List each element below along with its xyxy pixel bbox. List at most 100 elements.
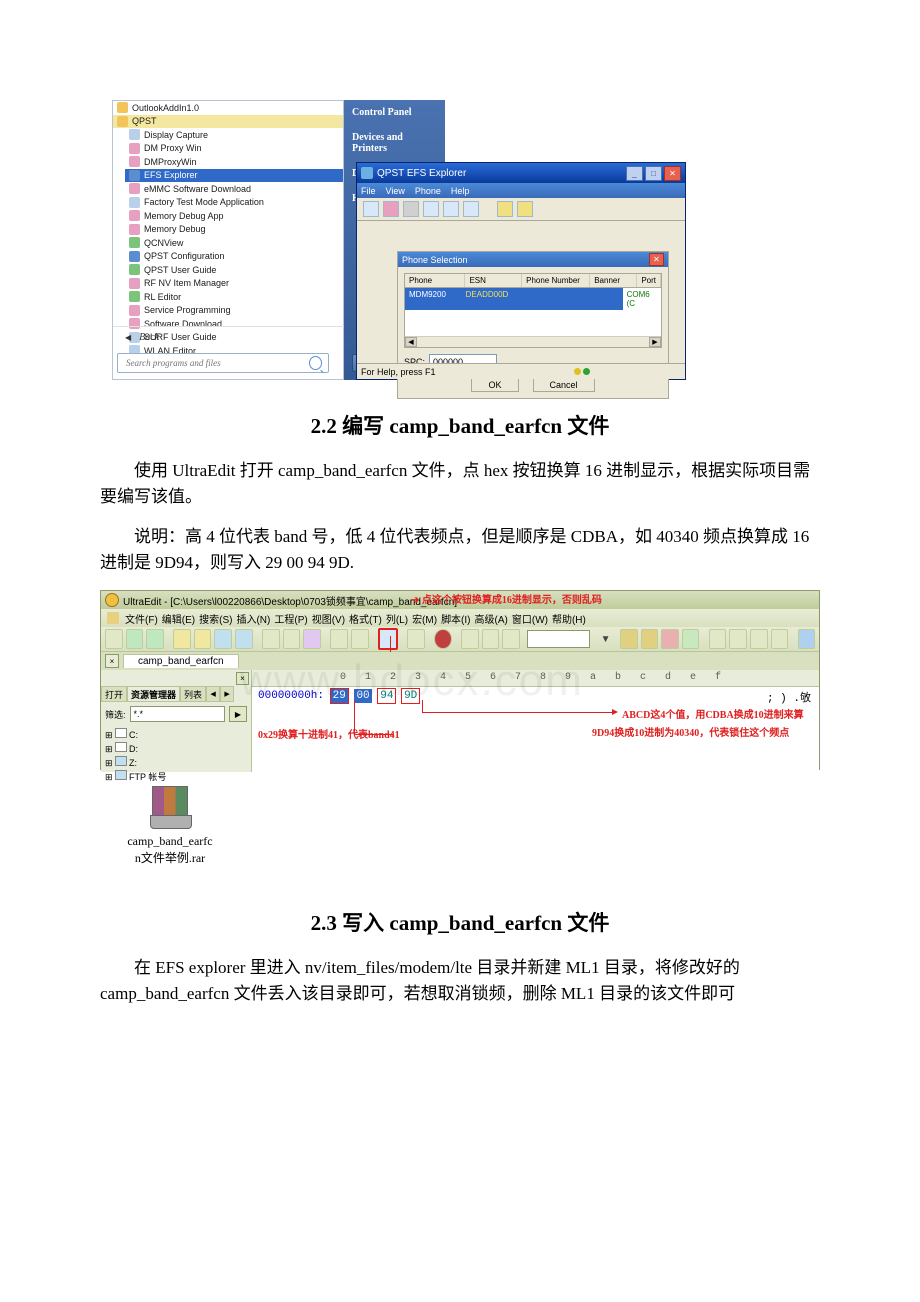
toolbar-button[interactable] [443,201,459,217]
sidebar-tab-list[interactable]: 列表 [180,686,206,702]
sm-item[interactable]: eMMC Software Download [125,182,343,196]
sidebar-tab-right-icon[interactable]: ▶ [220,686,234,702]
toolbar-button[interactable] [709,629,727,649]
menu-project[interactable]: 工程(P) [274,611,307,626]
menu-window[interactable]: 窗口(W) [512,611,548,626]
sm-item[interactable]: Service Programming [125,304,343,318]
menu-macro[interactable]: 宏(M) [412,611,437,626]
toolbar-button[interactable] [146,629,164,649]
control-panel-link[interactable]: Control Panel [344,100,445,125]
close-icon[interactable]: ✕ [649,253,664,266]
cut-button[interactable] [461,629,479,649]
toolbar-dropdown[interactable] [527,630,590,648]
toolbar-button[interactable] [771,629,789,649]
sm-item[interactable]: Memory Debug App [125,209,343,223]
toolbar-button[interactable] [661,629,679,649]
toolbar-button[interactable] [283,629,301,649]
efs-title-bar[interactable]: QPST EFS Explorer _ □ ✕ [357,163,685,183]
sidebar-tab-explorer[interactable]: 资源管理器 [127,686,180,702]
menu-help[interactable]: Help [451,186,470,196]
tree-item[interactable]: ⊞ D: [105,742,247,756]
start-folder-outlook[interactable]: OutlookAddIn1.0 [113,101,343,115]
close-tab-icon[interactable]: × [105,654,119,668]
sidebar-tab-open[interactable]: 打开 [101,686,127,702]
toolbar-button[interactable] [330,629,348,649]
toolbar-button[interactable] [641,629,659,649]
sm-item[interactable]: QPST Configuration [125,250,343,264]
toolbar-button[interactable] [407,629,425,649]
minimize-button[interactable]: _ [626,166,643,181]
menu-search[interactable]: 搜索(S) [199,611,232,626]
example-rar-file[interactable]: camp_band_earfc n文件举例.rar [110,786,230,866]
grid-scrollbar[interactable]: ◀▶ [405,336,661,347]
toolbar-button[interactable] [173,629,191,649]
toolbar-button[interactable] [262,629,280,649]
cancel-button[interactable]: Cancel [533,378,595,392]
menu-insert[interactable]: 插入(N) [236,611,270,626]
devices-printers-link[interactable]: Devices and Printers [344,125,445,161]
toolbar-button[interactable] [463,201,479,217]
sm-item[interactable]: Display Capture [125,128,343,142]
start-folder-qpst[interactable]: QPST [113,115,343,129]
sidebar-close-icon[interactable]: × [236,672,249,685]
toolbar-button[interactable] [750,629,768,649]
sm-item[interactable]: RL Editor [125,290,343,304]
menu-view[interactable]: 视图(V) [312,611,345,626]
search-box[interactable] [117,353,329,373]
phone-row[interactable]: MDM9200 DEADD00D COM6 (C [405,288,661,310]
help-icon[interactable] [517,201,533,217]
tree-item[interactable]: ⊞ FTP 帐号 [105,770,247,784]
toolbar-button[interactable] [351,629,369,649]
toolbar-button[interactable] [423,201,439,217]
menu-column[interactable]: 列(L) [386,611,408,626]
toolbar-button[interactable] [497,201,513,217]
toolbar-button[interactable] [383,201,399,217]
toolbar-button[interactable] [434,629,452,649]
toolbar-button[interactable] [235,629,253,649]
menu-script[interactable]: 脚本(I) [441,611,470,626]
menu-file[interactable]: File [361,186,376,196]
sm-item[interactable]: Factory Test Mode Application [125,196,343,210]
menu-phone[interactable]: Phone [415,186,441,196]
ok-button[interactable]: OK [471,378,518,392]
sm-item[interactable]: DMProxyWin [125,155,343,169]
sm-item[interactable]: DM Proxy Win [125,142,343,156]
toolbar-button[interactable] [303,629,321,649]
sm-item[interactable]: QPST User Guide [125,263,343,277]
menu-edit[interactable]: 编辑(E) [162,611,195,626]
phone-sel-title[interactable]: Phone Selection ✕ [398,252,668,267]
filter-go-button[interactable]: ▶ [229,706,247,722]
sm-item[interactable]: QCNView [125,236,343,250]
sidebar-tab-left-icon[interactable]: ◀ [206,686,220,702]
hex-toggle-button[interactable] [378,628,398,650]
menu-view[interactable]: View [386,186,405,196]
toolbar-button[interactable] [194,629,212,649]
menu-format[interactable]: 格式(T) [349,611,382,626]
toolbar-button[interactable] [403,201,419,217]
toolbar-button[interactable] [105,629,123,649]
sm-item[interactable]: RF NV Item Manager [125,277,343,291]
back-button[interactable]: Back [113,326,345,348]
find-button[interactable] [620,629,638,649]
close-button[interactable]: ✕ [664,166,681,181]
filter-input[interactable]: *.* [130,706,225,722]
menu-advanced[interactable]: 高级(A) [475,611,508,626]
toolbar-button[interactable] [363,201,379,217]
menu-help[interactable]: 帮助(H) [552,611,586,626]
search-input[interactable] [124,357,309,369]
file-tab[interactable]: camp_band_earfcn [123,654,239,668]
hex-line-0[interactable]: 00000000h: 29 00 94 9D ; ) .敂 [252,687,819,703]
tree-item[interactable]: ⊞ Z: [105,756,247,770]
maximize-button[interactable]: □ [645,166,662,181]
toolbar-button[interactable] [729,629,747,649]
copy-button[interactable] [482,629,500,649]
tree-item[interactable]: ⊞ C: [105,728,247,742]
toolbar-button[interactable] [214,629,232,649]
hex-editor-area[interactable]: 0 1 2 3 4 5 6 7 8 9 a b c [252,670,819,772]
menu-file[interactable]: 文件(F) [125,611,158,626]
sm-item-efs-explorer[interactable]: EFS Explorer [125,169,343,183]
sm-item[interactable]: Memory Debug [125,223,343,237]
toolbar-button[interactable] [798,629,816,649]
paste-button[interactable] [502,629,520,649]
toolbar-button[interactable] [126,629,144,649]
